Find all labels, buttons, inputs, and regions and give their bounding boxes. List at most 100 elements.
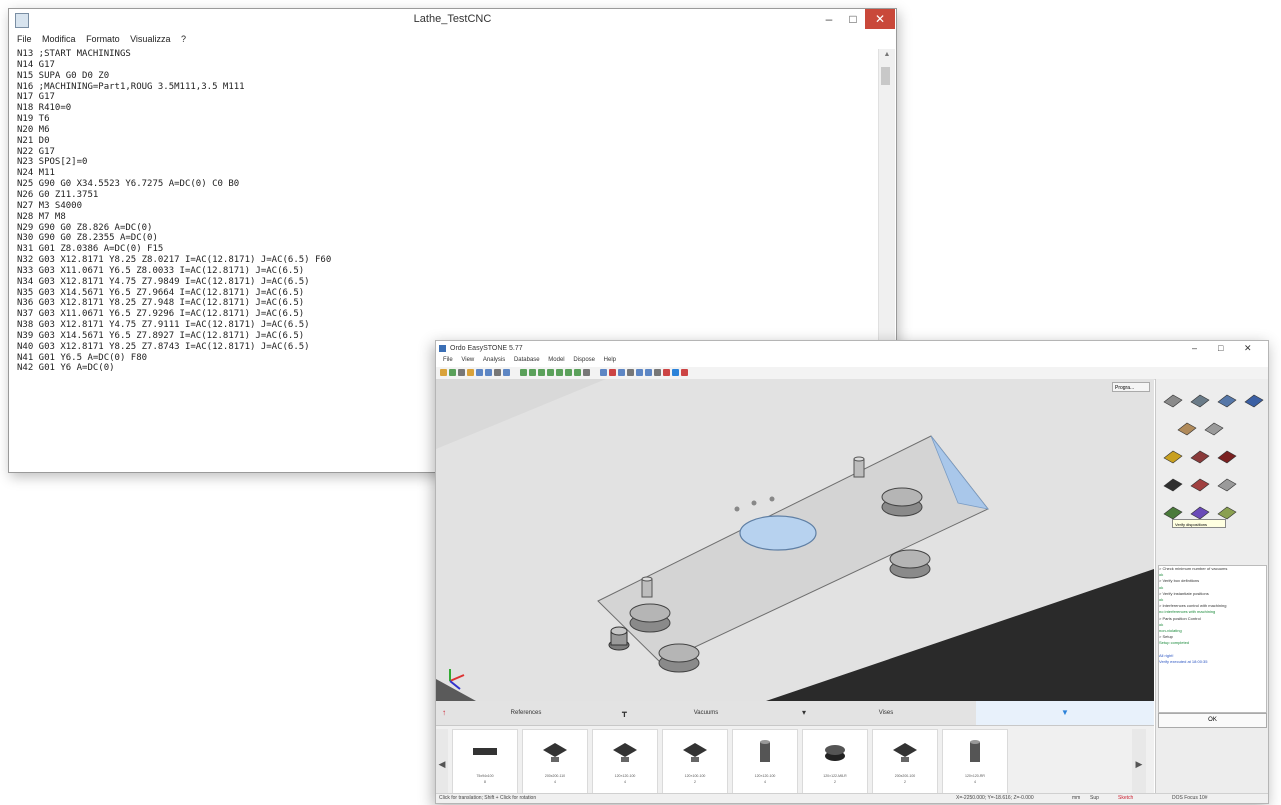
3d-viewport[interactable]: Progra... (436, 379, 1154, 701)
toolbar-button[interactable] (636, 369, 643, 376)
vacuum-label: 120×120-100 (754, 774, 776, 778)
ok-button[interactable]: OK (1158, 713, 1267, 728)
toolbar-button[interactable] (556, 369, 563, 376)
es-menu-help[interactable]: Help (604, 357, 616, 363)
notepad-titlebar[interactable]: Lathe_TestCNC – □ ✕ (9, 9, 896, 31)
tab-active[interactable]: ▼ (976, 701, 1154, 725)
close-button[interactable]: ✕ (865, 9, 895, 29)
menu-formato[interactable]: Formato (86, 31, 120, 47)
es-menu-view[interactable]: View (461, 357, 474, 363)
es-maximize-button[interactable]: □ (1218, 343, 1223, 353)
tool-icon[interactable] (1214, 471, 1240, 495)
es-minimize-button[interactable]: – (1192, 343, 1197, 353)
toolbar-button[interactable] (618, 369, 625, 376)
toolbar-button[interactable] (565, 369, 572, 376)
toolbar-button[interactable] (663, 369, 670, 376)
scroll-right-button[interactable]: ▶ (1132, 729, 1146, 799)
menu-modifica[interactable]: Modifica (42, 31, 76, 47)
toolbar-button[interactable] (538, 369, 545, 376)
es-menu-file[interactable]: File (443, 357, 453, 363)
toolbar-button[interactable] (520, 369, 527, 376)
vacuum-tile[interactable]: 200x200-100 2 (872, 729, 938, 801)
toolbar-button[interactable] (529, 369, 536, 376)
vacuum-tile[interactable]: 200x200-110 4 (522, 729, 588, 801)
tool-icon[interactable] (1174, 415, 1200, 439)
es-menu-dispose[interactable]: Dispose (573, 357, 595, 363)
toolbar-button[interactable] (547, 369, 554, 376)
toolbar-button[interactable] (583, 369, 590, 376)
code-line: N14 G17 (17, 59, 55, 70)
toolbar-button[interactable] (440, 369, 447, 376)
vacuum-count: 8 (484, 780, 486, 784)
menu-visualizza[interactable]: Visualizza (130, 31, 170, 47)
status-bar: Click for translation; Shift + Click for… (436, 793, 1268, 803)
status-sketch[interactable]: Sketch (1118, 795, 1133, 801)
minimize-button[interactable]: – (817, 9, 841, 29)
es-menu-database[interactable]: Database (514, 357, 540, 363)
scroll-left-button[interactable]: ◀ (436, 729, 448, 799)
toolbar-button[interactable] (609, 369, 616, 376)
tool-icon[interactable] (1160, 471, 1186, 495)
tool-icon[interactable] (1160, 443, 1186, 467)
vacuum-tile[interactable]: 120×120-RR 4 (942, 729, 1008, 801)
code-line: N38 G03 X12.8171 Y4.75 Z7.9111 I=AC(12.8… (17, 320, 310, 331)
maximize-button[interactable]: □ (841, 9, 865, 29)
tap-hole (769, 496, 775, 502)
vacuum-tile[interactable]: 75x94x100 8 (452, 729, 518, 801)
toolbar-button[interactable] (476, 369, 483, 376)
es-menu-model[interactable]: Model (548, 357, 564, 363)
toolbar-button[interactable] (458, 369, 465, 376)
toolbar-button[interactable] (494, 369, 501, 376)
code-line: N35 G03 X14.5671 Y6.5 Z7.9664 I=AC(12.81… (17, 287, 305, 298)
code-line: N31 G01 Z8.0386 A=DC(0) F15 (17, 244, 164, 255)
tab-vises[interactable]: ▾ Vises (796, 701, 976, 725)
toolbar-button[interactable] (672, 369, 679, 376)
notepad-menubar: File Modifica Formato Visualizza ? (9, 31, 896, 47)
toolbar-button[interactable] (467, 369, 474, 376)
vacuum-tile[interactable]: 120×120-100 4 (592, 729, 658, 801)
tool-icon[interactable] (1201, 415, 1227, 439)
vacuum-tile[interactable]: 120×100-100 2 (662, 729, 728, 801)
es-close-button[interactable]: ✕ (1244, 343, 1252, 354)
vacuum-tile[interactable]: 120×120-100 4 (732, 729, 798, 801)
toolbar-button[interactable] (600, 369, 607, 376)
code-line: N20 M6 (17, 124, 50, 135)
code-line: N28 M7 M8 (17, 211, 66, 222)
vacuum-cup[interactable] (881, 487, 923, 517)
toolbar-button[interactable] (645, 369, 652, 376)
easystone-titlebar[interactable]: Ordo EasySTONE 5.77 – □ ✕ (436, 341, 1268, 357)
tool-icon[interactable] (1187, 471, 1213, 495)
tab-vacuums[interactable]: ┳ Vacuums (616, 701, 796, 725)
view-mode-dropdown[interactable]: Progra... (1112, 382, 1150, 392)
reference-pin[interactable] (853, 456, 865, 478)
menu-file[interactable]: File (17, 31, 32, 47)
tool-icon[interactable] (1241, 387, 1267, 411)
tool-icon[interactable] (1160, 387, 1186, 411)
toolbar-button[interactable] (449, 369, 456, 376)
toolbar-button[interactable] (681, 369, 688, 376)
tool-icon[interactable] (1187, 387, 1213, 411)
toolbar-button[interactable] (503, 369, 510, 376)
tool-icon[interactable] (1214, 387, 1240, 411)
vacuum-tile[interactable]: 120×122-M8-R 2 (802, 729, 868, 801)
code-line: N33 G03 X11.0671 Y6.5 Z8.0033 I=AC(12.81… (17, 265, 305, 276)
tool-icon[interactable] (1187, 443, 1213, 467)
vacuum-cup[interactable] (629, 603, 671, 633)
code-line: N15 SUPA G0 D0 Z0 (17, 70, 110, 81)
toolbar-button[interactable] (627, 369, 634, 376)
vacuum-cup[interactable] (658, 643, 700, 673)
scroll-up-icon[interactable]: ▲ (879, 51, 895, 58)
menu-help[interactable]: ? (181, 31, 186, 47)
status-hint: Click for translation; Shift + Click for… (439, 795, 537, 801)
scrollbar-thumb[interactable] (881, 67, 890, 85)
vacuum-cup[interactable] (889, 549, 931, 579)
toolbar-button[interactable] (654, 369, 661, 376)
log-line: Verify executed at 18:00:35 (1159, 659, 1208, 665)
es-menu-analysis[interactable]: Analysis (483, 357, 505, 363)
toolbar-button[interactable] (574, 369, 581, 376)
tab-references[interactable]: ↑ References (436, 701, 616, 725)
reference-pin[interactable] (641, 576, 653, 598)
toolbar-button[interactable] (485, 369, 492, 376)
reference-pin[interactable] (608, 626, 630, 651)
tool-icon[interactable] (1214, 443, 1240, 467)
